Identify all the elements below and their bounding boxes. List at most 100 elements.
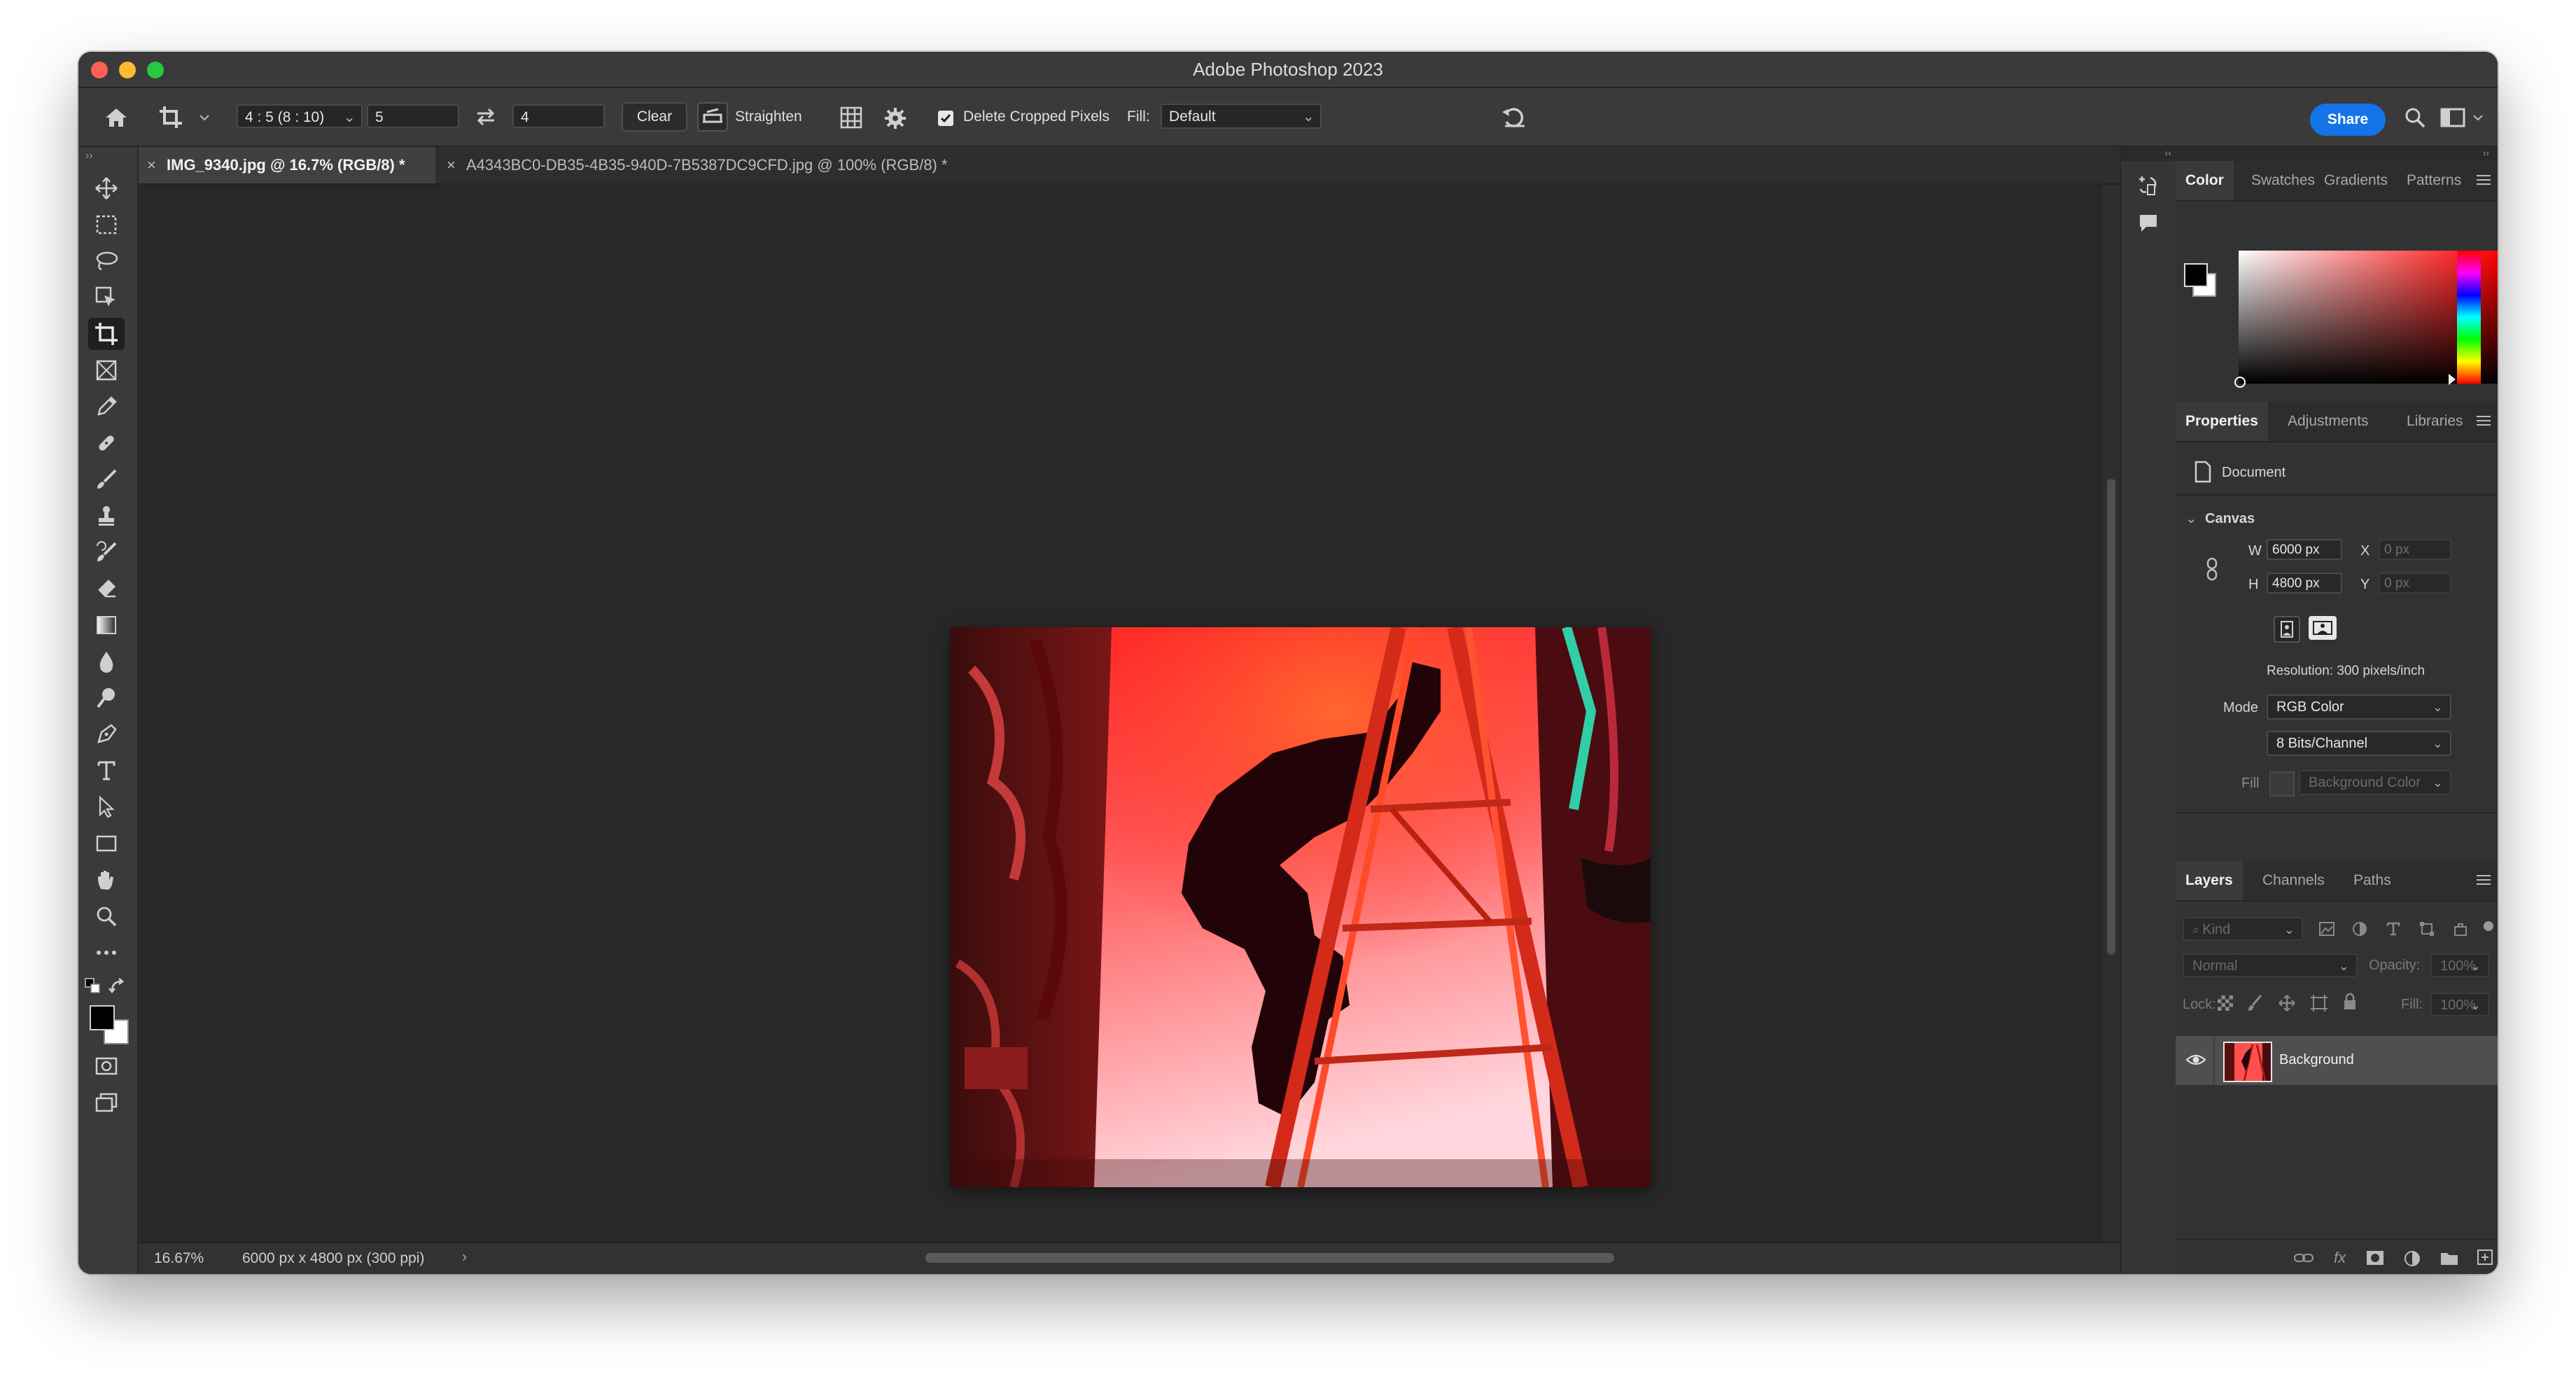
panel-menu-icon[interactable] <box>2477 413 2491 427</box>
hand-tool[interactable] <box>88 864 125 896</box>
canvas-horizontal-scrollbar[interactable] <box>925 1253 1614 1263</box>
tab-patterns[interactable]: Patterns <box>2407 161 2461 200</box>
swap-icon[interactable] <box>475 106 497 127</box>
close-icon[interactable]: × <box>147 147 156 183</box>
canvas-y-input[interactable]: 0 px <box>2379 573 2451 594</box>
fx-icon[interactable]: fx <box>2334 1249 2346 1267</box>
layer-mask-icon[interactable] <box>2366 1250 2384 1266</box>
bit-depth-select[interactable]: 8 Bits/Channel ⌄ <box>2267 731 2451 756</box>
reset-icon[interactable] <box>1501 104 1529 130</box>
chevron-down-icon[interactable] <box>2472 113 2484 122</box>
object-select-tool[interactable] <box>88 281 125 314</box>
screen-mode-tool[interactable] <box>88 1086 125 1119</box>
portrait-orientation-button[interactable] <box>2274 616 2300 643</box>
image-filter-icon[interactable] <box>2318 921 2335 937</box>
type-tool[interactable] <box>88 755 125 787</box>
move-tool[interactable] <box>88 172 125 204</box>
history-icon[interactable] <box>2136 174 2160 197</box>
stamp-tool[interactable] <box>88 500 125 532</box>
zoom-level[interactable]: 16.67% <box>154 1250 204 1267</box>
ratio-select[interactable]: 4 : 5 (8 : 10) ⌄ <box>237 104 363 128</box>
tab-paths[interactable]: Paths <box>2353 861 2391 900</box>
lock-transparency-icon[interactable] <box>2218 995 2233 1011</box>
swap-colors-icon[interactable] <box>108 977 127 995</box>
tab-swatches[interactable]: Swatches <box>2251 161 2315 200</box>
gradient-tool[interactable] <box>88 609 125 641</box>
brush-tool[interactable] <box>88 463 125 496</box>
tab-a4343bc0[interactable]: × A4343BC0-DB35-4B35-940D-7B5387DC9CFD.j… <box>438 147 1026 183</box>
shape-filter-icon[interactable] <box>2419 921 2435 937</box>
crop-tool[interactable] <box>88 318 125 350</box>
lasso-tool[interactable] <box>88 245 125 277</box>
straighten-icon[interactable] <box>697 102 728 132</box>
default-colors-icon[interactable] <box>84 977 102 995</box>
chevron-down-icon[interactable]: ⌄ <box>2185 510 2197 527</box>
lock-pixels-icon[interactable] <box>2247 994 2264 1012</box>
link-icon[interactable] <box>2204 556 2220 582</box>
blur-tool[interactable] <box>88 645 125 678</box>
lock-position-icon[interactable] <box>2278 994 2296 1012</box>
blend-mode-select[interactable]: Normal ⌄ <box>2183 953 2358 977</box>
fill-select[interactable]: Default ⌄ <box>1161 104 1322 129</box>
opacity-input[interactable]: 100% ⌄ <box>2430 953 2489 977</box>
collapse-panels-icon[interactable]: ›› <box>2176 147 2498 161</box>
fill-select[interactable]: Background Color ⌄ <box>2299 770 2451 795</box>
canvas-area[interactable] <box>139 185 2103 1242</box>
adjustment-filter-icon[interactable] <box>2352 921 2367 937</box>
gear-icon[interactable] <box>883 106 907 130</box>
foreground-color-chip[interactable] <box>2184 263 2208 287</box>
panel-menu-icon[interactable] <box>2477 872 2491 886</box>
workspace-icon[interactable] <box>2440 108 2465 127</box>
rectangle-tool[interactable] <box>88 827 125 860</box>
filter-toggle-icon[interactable] <box>2484 921 2493 931</box>
search-icon[interactable] <box>2404 106 2426 129</box>
tab-adjustments[interactable]: Adjustments <box>2288 402 2369 441</box>
quick-mask-tool[interactable] <box>88 1050 125 1082</box>
pen-tool[interactable] <box>88 718 125 750</box>
foreground-color-swatch[interactable] <box>90 1005 115 1030</box>
scroll-thumb[interactable] <box>2107 479 2115 955</box>
type-filter-icon[interactable] <box>2386 921 2401 937</box>
tab-layers[interactable]: Layers <box>2176 861 2243 900</box>
adjustment-layer-icon[interactable] <box>2404 1250 2421 1267</box>
layer-fill-input[interactable]: 100% ⌄ <box>2430 993 2489 1016</box>
fill-color-swatch[interactable] <box>2269 771 2295 797</box>
chevron-down-icon[interactable] <box>199 113 210 122</box>
eye-icon[interactable] <box>2185 1051 2206 1068</box>
hue-slider[interactable] <box>2457 251 2481 384</box>
grid-overlay-icon[interactable] <box>839 105 864 130</box>
close-icon[interactable]: × <box>447 147 456 183</box>
canvas-width-input[interactable]: 6000 px <box>2267 539 2342 560</box>
tab-channels[interactable]: Channels <box>2262 861 2325 900</box>
link-layers-icon[interactable] <box>2293 1252 2314 1264</box>
crop-preset-icon[interactable] <box>158 105 186 130</box>
panel-menu-icon[interactable] <box>2477 172 2491 186</box>
path-select-tool[interactable] <box>88 791 125 823</box>
canvas-height-input[interactable]: 4800 px <box>2267 573 2342 594</box>
filter-kind-select[interactable]: ⌕ Kind ⌄ <box>2183 917 2303 941</box>
eraser-tool[interactable] <box>88 573 125 605</box>
chevron-right-icon[interactable]: › <box>462 1249 467 1266</box>
tab-properties[interactable]: Properties <box>2176 402 2268 441</box>
canvas-vertical-scrollbar[interactable] <box>2103 185 2120 1242</box>
straighten-label[interactable]: Straighten <box>735 88 802 146</box>
canvas-section-title[interactable]: Canvas <box>2205 511 2255 527</box>
color-picker-handle[interactable] <box>2234 377 2246 388</box>
layer-name[interactable]: Background <box>2279 1052 2354 1068</box>
zoom-tool[interactable] <box>88 900 125 932</box>
lock-all-icon[interactable] <box>2342 993 2358 1011</box>
folder-icon[interactable] <box>2440 1250 2458 1266</box>
healing-tool[interactable] <box>88 427 125 459</box>
more-tools[interactable] <box>88 937 125 969</box>
tab-libraries[interactable]: Libraries <box>2407 402 2463 441</box>
clear-button[interactable]: Clear <box>622 102 687 132</box>
ratio-width-input[interactable]: 5 <box>367 104 459 128</box>
comment-icon[interactable] <box>2138 213 2159 234</box>
mode-select[interactable]: RGB Color ⌄ <box>2267 694 2451 720</box>
collapse-dock-icon[interactable]: ‹‹ <box>2121 147 2177 161</box>
marquee-tool[interactable] <box>88 209 125 241</box>
dodge-tool[interactable] <box>88 682 125 714</box>
tab-color[interactable]: Color <box>2176 161 2234 200</box>
tab-img-9340[interactable]: × IMG_9340.jpg @ 16.7% (RGB/8) * <box>139 147 435 183</box>
history-brush-tool[interactable] <box>88 536 125 568</box>
